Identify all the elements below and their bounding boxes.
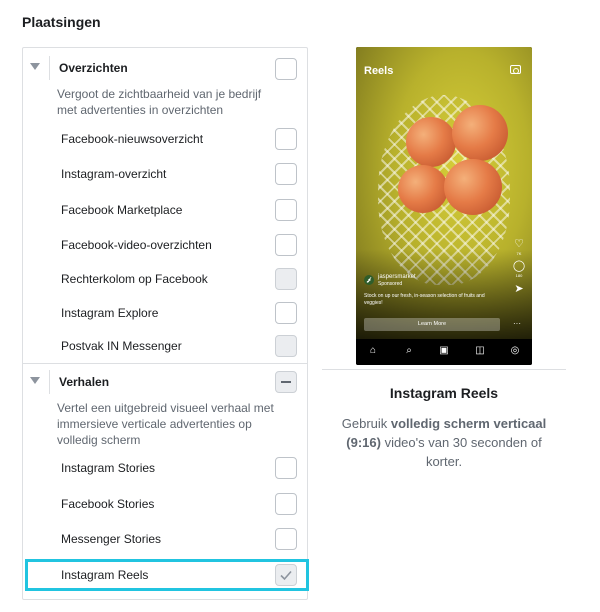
peach [406, 117, 456, 167]
account-name: jaspersmarket [378, 274, 416, 280]
indeterminate-dash-icon [281, 381, 291, 383]
preview-desc-prefix: Gebruik [341, 416, 391, 431]
profile-icon: ◎ [510, 345, 520, 356]
home-icon: ⌂ [369, 345, 377, 356]
camera-icon [510, 65, 521, 74]
placement-label: Facebook-nieuwsoverzicht [61, 132, 204, 146]
learn-more-button: Learn More [364, 318, 500, 331]
reels-ad-preview: Reels ♡ 7K ◯ 180 ➤ 𝓳 jaspersmarket Spons… [356, 47, 532, 365]
comment-icon: ◯ [512, 260, 526, 272]
placement-row: Facebook-video-overzichten [23, 230, 307, 260]
placement-label: Rechterkolom op Facebook [61, 272, 208, 286]
placement-label: Instagram-overzicht [61, 167, 167, 181]
placement-row: Instagram Explore [23, 298, 307, 328]
group-description: Vertel een uitgebreid visueel verhaal me… [57, 401, 274, 447]
instagram-nav-bar: ⌂ ⌕ ▣ ◫ ◎ [356, 339, 532, 365]
placement-label: Postvak IN Messenger [61, 339, 182, 353]
preview-divider [322, 369, 566, 370]
placement-label: Messenger Stories [61, 532, 162, 546]
page-title: Plaatsingen [22, 14, 101, 30]
group-checkbox-overzichten[interactable] [275, 58, 297, 80]
placement-row: Instagram-overzicht [23, 159, 307, 189]
placement-label: Instagram Stories [61, 461, 156, 475]
sponsored-label: Sponsored [378, 281, 403, 287]
placement-row: Postvak IN Messenger [23, 331, 307, 361]
placement-row: Facebook-nieuwsoverzicht [23, 124, 307, 154]
collapse-triangle-icon[interactable] [30, 377, 40, 384]
group-header-overzichten[interactable]: Overzichten [23, 50, 307, 86]
placement-checkbox[interactable] [275, 128, 297, 150]
placement-checkbox-disabled [275, 268, 297, 290]
divider [49, 370, 50, 394]
peach [444, 159, 502, 215]
placement-label: Instagram Explore [61, 306, 159, 320]
placement-checkbox[interactable] [275, 234, 297, 256]
share-icon: ➤ [514, 283, 524, 295]
placement-row: Facebook Stories [23, 489, 307, 519]
ad-caption: Stock on up our fresh, in-season selecti… [364, 293, 485, 306]
placement-checkbox[interactable] [275, 493, 297, 515]
placement-label: Facebook Marketplace [61, 203, 183, 217]
placement-checkbox[interactable] [275, 457, 297, 479]
placement-label: Facebook Stories [61, 497, 155, 511]
reels-header: Reels [364, 65, 394, 77]
like-count: 7K [516, 251, 522, 256]
group-title: Verhalen [59, 375, 110, 389]
heart-icon: ♡ [514, 238, 524, 250]
reels-icon: ▣ [439, 345, 449, 356]
placement-row: Facebook Marketplace [23, 195, 307, 225]
placement-checkbox[interactable] [275, 302, 297, 324]
peach [452, 105, 508, 161]
search-icon: ⌕ [406, 345, 412, 356]
placement-checkbox-disabled [275, 335, 297, 357]
placement-label: Facebook-video-overzichten [61, 238, 212, 252]
placement-checkbox[interactable] [275, 163, 297, 185]
placement-checkbox[interactable] [275, 528, 297, 550]
divider [49, 56, 50, 80]
more-icon: ··· [513, 319, 521, 328]
group-title: Overzichten [59, 61, 128, 75]
preview-description: Gebruik volledig scherm verticaal (9:16)… [330, 414, 558, 471]
group-checkbox-verhalen[interactable] [275, 371, 297, 393]
comment-count: 180 [515, 273, 523, 278]
placement-row: Rechterkolom op Facebook [23, 264, 307, 294]
ad-image: Reels ♡ 7K ◯ 180 ➤ 𝓳 jaspersmarket Spons… [356, 47, 532, 339]
group-header-verhalen[interactable]: Verhalen [23, 364, 307, 400]
shop-icon: ◫ [475, 345, 485, 356]
placements-panel: Overzichten Vergoot de zichtbaarheid van… [22, 47, 308, 600]
placement-checkbox[interactable] [275, 199, 297, 221]
placement-row: Messenger Stories [23, 524, 307, 554]
preview-title: Instagram Reels [389, 385, 499, 401]
group-description: Vergoot de zichtbaarheid van je bedrijf … [57, 87, 262, 117]
account-logo-icon: 𝓳 [364, 275, 374, 285]
preview-desc-suffix: video's van 30 seconden of korter. [380, 435, 542, 469]
selected-placement-highlight [25, 559, 309, 591]
collapse-triangle-icon[interactable] [30, 63, 40, 70]
placement-row: Instagram Stories [23, 453, 307, 483]
peach [398, 165, 448, 213]
